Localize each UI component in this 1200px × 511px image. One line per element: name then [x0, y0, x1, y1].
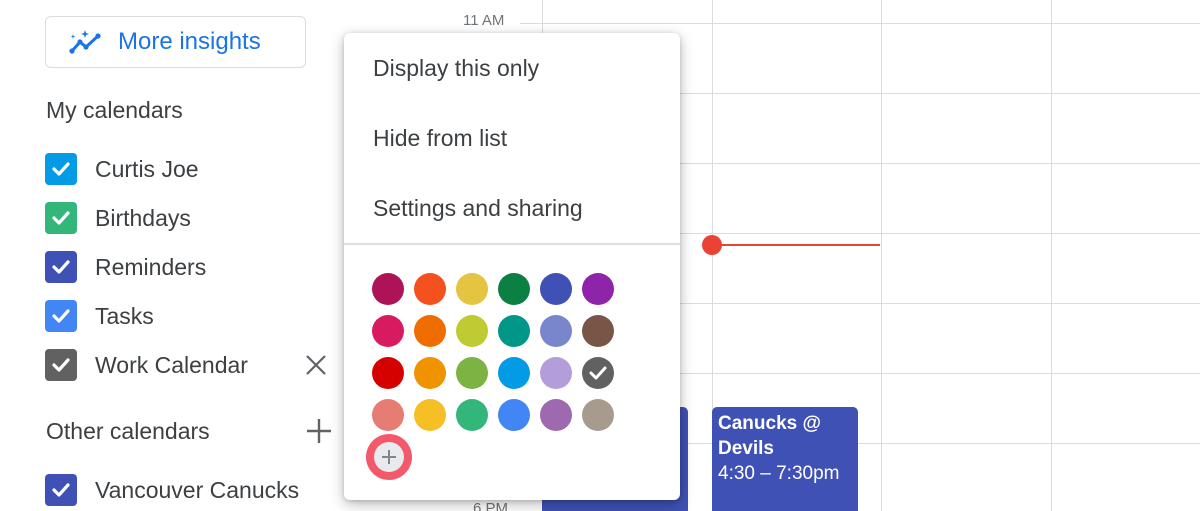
- day-column-divider: [881, 0, 882, 511]
- current-time-dot: [702, 235, 722, 255]
- calendar-checkbox[interactable]: [45, 300, 77, 332]
- calendar-checkbox[interactable]: [45, 251, 77, 283]
- color-swatch[interactable]: [414, 273, 446, 305]
- color-swatch[interactable]: [582, 273, 614, 305]
- more-insights-button[interactable]: More insights: [45, 16, 306, 68]
- calendar-item-reminders[interactable]: Reminders: [45, 250, 335, 284]
- check-icon: [52, 358, 70, 372]
- add-other-calendar-button[interactable]: [304, 416, 334, 446]
- menu-item-hide-from-list[interactable]: Hide from list: [344, 103, 680, 173]
- hour-line: [520, 23, 1200, 24]
- add-custom-color-button[interactable]: [366, 434, 412, 480]
- other-calendars-heading: Other calendars: [46, 418, 210, 444]
- color-swatch-selected[interactable]: [582, 357, 614, 389]
- event-card[interactable]: Canucks @ Devils 4:30 – 7:30pm: [712, 407, 858, 511]
- color-swatch[interactable]: [414, 357, 446, 389]
- menu-item-display-this-only[interactable]: Display this only: [344, 33, 680, 103]
- color-swatch[interactable]: [414, 315, 446, 347]
- color-swatch[interactable]: [498, 315, 530, 347]
- calendar-item-tasks[interactable]: Tasks: [45, 299, 335, 333]
- calendar-item-birthdays[interactable]: Birthdays: [45, 201, 335, 235]
- color-swatch[interactable]: [372, 315, 404, 347]
- check-icon: [589, 366, 607, 380]
- calendar-checkbox[interactable]: [45, 474, 77, 506]
- calendar-checkbox[interactable]: [45, 153, 77, 185]
- color-swatch[interactable]: [498, 357, 530, 389]
- color-swatch[interactable]: [372, 399, 404, 431]
- color-swatch[interactable]: [456, 357, 488, 389]
- color-swatch[interactable]: [540, 315, 572, 347]
- color-swatch[interactable]: [582, 399, 614, 431]
- calendar-checkbox[interactable]: [45, 349, 77, 381]
- time-label-11am: 11 AM: [463, 12, 505, 29]
- color-swatch[interactable]: [540, 399, 572, 431]
- remove-calendar-button[interactable]: [301, 350, 331, 380]
- insights-sparkle-icon: [69, 30, 101, 54]
- color-swatch[interactable]: [498, 399, 530, 431]
- color-swatch[interactable]: [456, 273, 488, 305]
- calendar-name: Vancouver Canucks: [95, 476, 300, 503]
- calendar-item-curtis-joe[interactable]: Curtis Joe: [45, 152, 335, 186]
- calendar-options-menu: Display this only Hide from list Setting…: [344, 33, 680, 500]
- check-icon: [52, 162, 70, 176]
- event-time: 4:30 – 7:30pm: [718, 463, 840, 484]
- check-icon: [52, 483, 70, 497]
- custom-color-inner: [374, 442, 404, 472]
- close-icon: [306, 355, 326, 375]
- color-swatch[interactable]: [372, 273, 404, 305]
- calendar-name: Reminders: [95, 253, 207, 280]
- check-icon: [52, 260, 70, 274]
- menu-divider: [344, 243, 680, 245]
- check-icon: [52, 211, 70, 225]
- color-swatch[interactable]: [498, 273, 530, 305]
- current-time-line: [712, 244, 880, 246]
- color-swatch[interactable]: [372, 357, 404, 389]
- day-column-divider: [1051, 0, 1052, 511]
- color-swatch[interactable]: [582, 315, 614, 347]
- calendar-item-work-calendar[interactable]: Work Calendar: [45, 348, 335, 382]
- calendar-item-vancouver-canucks[interactable]: Vancouver Canucks: [45, 473, 335, 507]
- calendar-checkbox[interactable]: [45, 202, 77, 234]
- event-title: Canucks @ Devils: [718, 413, 822, 459]
- my-calendars-heading: My calendars: [46, 97, 183, 123]
- check-icon: [52, 309, 70, 323]
- menu-item-settings-and-sharing[interactable]: Settings and sharing: [344, 173, 680, 243]
- plus-icon: [382, 450, 396, 464]
- calendar-name: Curtis Joe: [95, 155, 199, 182]
- color-swatch[interactable]: [540, 357, 572, 389]
- calendar-name: Work Calendar: [95, 351, 248, 378]
- calendar-name: Birthdays: [95, 204, 191, 231]
- color-swatch[interactable]: [456, 315, 488, 347]
- sidebar: More insights My calendars Curtis Joe Bi…: [0, 0, 340, 511]
- google-calendar-screen: 11 AM 6 PM Canucks @ Canucks @ Devils 4:…: [0, 0, 1200, 511]
- plus-icon: [307, 419, 331, 443]
- more-insights-label: More insights: [118, 28, 261, 55]
- color-swatch[interactable]: [456, 399, 488, 431]
- time-label-6pm: 6 PM: [473, 500, 509, 511]
- color-swatch[interactable]: [414, 399, 446, 431]
- calendar-name: Tasks: [95, 302, 154, 329]
- color-swatch[interactable]: [540, 273, 572, 305]
